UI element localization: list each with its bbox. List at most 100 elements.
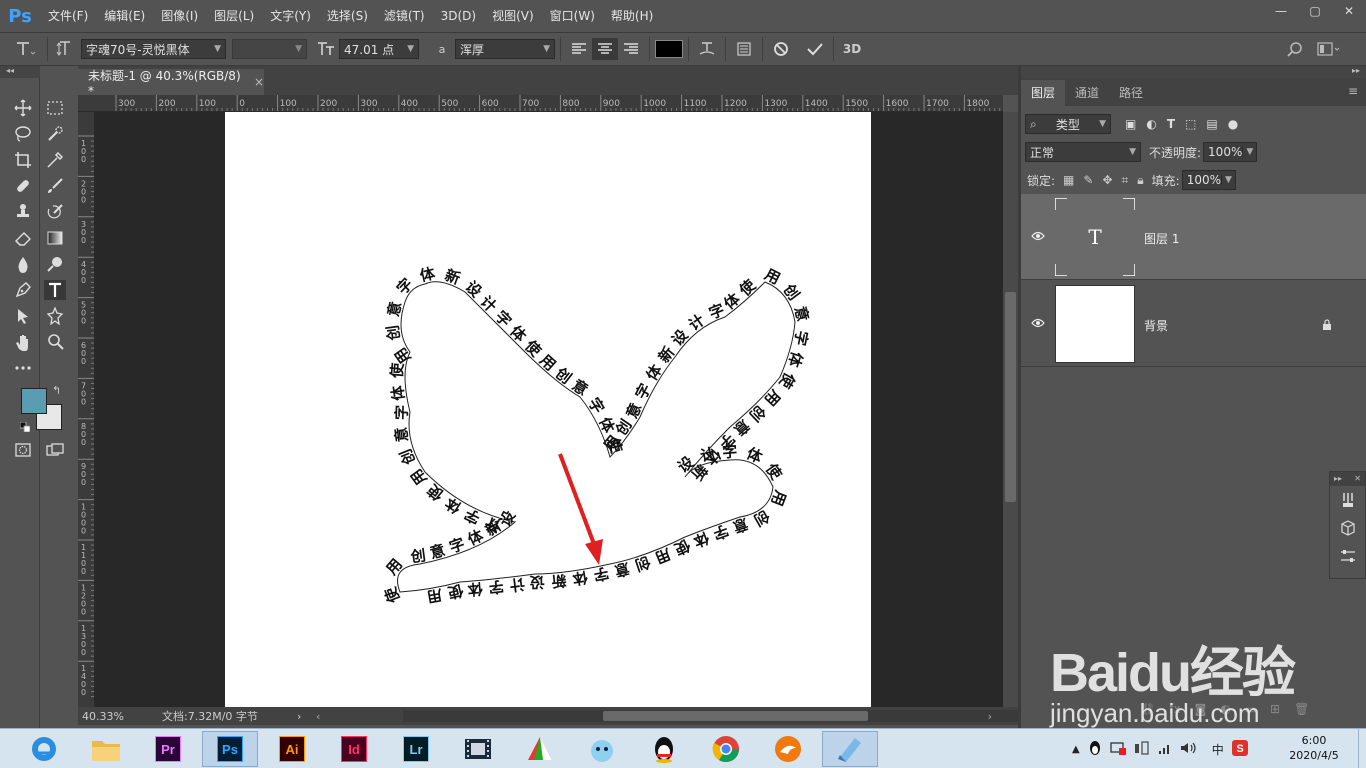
new-layer-icon[interactable]: ⊞ bbox=[1270, 702, 1280, 716]
tray-signal-icon[interactable] bbox=[1158, 741, 1172, 758]
adjustments-sliders-icon[interactable] bbox=[1330, 542, 1365, 570]
zoom-tool-icon[interactable] bbox=[44, 332, 66, 352]
taskbar-app-c[interactable] bbox=[760, 731, 816, 767]
shape-filter-icon[interactable]: ⬚ bbox=[1185, 117, 1196, 131]
link-layers-icon[interactable]: ⛓ bbox=[1140, 702, 1155, 716]
close-tab-icon[interactable]: × bbox=[254, 75, 264, 89]
taskbar-app-b[interactable] bbox=[574, 731, 630, 767]
marquee-tool-icon[interactable] bbox=[44, 98, 66, 118]
menu-3d[interactable]: 3D(D) bbox=[433, 0, 484, 32]
text-on-path-artwork[interactable]: 使用创意字体新设计字体使用创意字体使用创意字体 新设计字体使用创意字体使用创意字体… bbox=[225, 112, 871, 707]
panel-collapse[interactable]: ▸▸ bbox=[1021, 66, 1366, 78]
filter-toggle-icon[interactable]: ● bbox=[1228, 117, 1238, 131]
menu-image[interactable]: 图像(I) bbox=[153, 0, 206, 32]
type-filter-icon[interactable]: T bbox=[1167, 117, 1175, 131]
scroll-right-icon[interactable]: › bbox=[988, 710, 992, 723]
custom-shape-icon[interactable] bbox=[44, 306, 66, 326]
menu-select[interactable]: 选择(S) bbox=[319, 0, 376, 32]
panel-menu-icon[interactable]: ≡ bbox=[1348, 84, 1358, 98]
path-select-icon[interactable] bbox=[12, 306, 34, 326]
cancel-icon[interactable] bbox=[768, 38, 794, 60]
visibility-eye-icon[interactable] bbox=[1031, 317, 1045, 331]
menu-type[interactable]: 文字(Y) bbox=[262, 0, 319, 32]
eyedropper-icon[interactable] bbox=[44, 150, 66, 170]
quick-mask-icon[interactable] bbox=[12, 440, 34, 460]
tab-channels[interactable]: 通道 bbox=[1065, 80, 1109, 106]
tab-layers[interactable]: 图层 bbox=[1021, 80, 1066, 106]
tray-qq-icon[interactable] bbox=[1088, 740, 1102, 759]
layer-mask-icon[interactable]: ◙ bbox=[1195, 702, 1207, 716]
quick-select-icon[interactable] bbox=[44, 124, 66, 144]
align-left-icon[interactable] bbox=[566, 38, 592, 60]
taskbar-clock[interactable]: 6:00 2020/4/5 bbox=[1286, 733, 1342, 763]
commit-icon[interactable] bbox=[802, 38, 828, 60]
blur-tool-icon[interactable] bbox=[12, 254, 34, 274]
menu-file[interactable]: 文件(F) bbox=[40, 0, 96, 32]
text-color-swatch[interactable] bbox=[655, 40, 683, 58]
pixel-filter-icon[interactable]: ▣ bbox=[1125, 117, 1136, 131]
taskbar-app-chrome[interactable] bbox=[698, 731, 754, 767]
menu-view[interactable]: 视图(V) bbox=[484, 0, 542, 32]
screen-mode-icon[interactable] bbox=[44, 440, 66, 460]
eraser-tool-icon[interactable] bbox=[12, 228, 34, 248]
horizontal-scroll-thumb[interactable] bbox=[603, 711, 868, 721]
document-page[interactable]: 使用创意字体新设计字体使用创意字体使用创意字体新设计字体使用创意字体使用创意字体… bbox=[225, 112, 871, 707]
text-layer-thumbnail[interactable]: T bbox=[1055, 198, 1135, 276]
adjustment-layer-icon[interactable]: ◐ bbox=[1220, 702, 1230, 716]
foreground-color-swatch[interactable] bbox=[21, 388, 47, 414]
tool-preset-icon[interactable] bbox=[8, 38, 42, 60]
show-desktop-button[interactable] bbox=[1358, 729, 1366, 768]
lock-position-icon[interactable]: ✥ bbox=[1102, 173, 1112, 188]
lock-pixels-icon[interactable]: ✎ bbox=[1083, 173, 1093, 188]
text-orientation-icon[interactable] bbox=[53, 38, 79, 60]
lock-artboard-icon[interactable]: ⌗ bbox=[1122, 173, 1129, 188]
vertical-scrollbar[interactable] bbox=[1003, 112, 1018, 707]
layer-name[interactable]: 背景 bbox=[1144, 317, 1168, 334]
history-brush-icon[interactable] bbox=[44, 202, 66, 222]
horizontal-scrollbar[interactable] bbox=[403, 710, 1068, 722]
taskbar-app-indesign[interactable]: Id bbox=[326, 731, 382, 767]
close-button[interactable]: ✕ bbox=[1332, 0, 1366, 22]
delete-layer-icon[interactable]: 🗑︎ bbox=[1294, 702, 1309, 716]
close-icon[interactable]: ✕ bbox=[1354, 474, 1361, 484]
tab-paths[interactable]: 路径 bbox=[1109, 80, 1153, 106]
minimize-button[interactable]: — bbox=[1264, 0, 1298, 22]
menu-window[interactable]: 窗口(W) bbox=[542, 0, 603, 32]
fill-input[interactable]: 100% ▼ bbox=[1181, 170, 1236, 190]
restore-button[interactable]: ▢ bbox=[1298, 0, 1332, 22]
tray-sogou-icon[interactable]: S bbox=[1231, 739, 1248, 759]
crop-tool-icon[interactable] bbox=[12, 150, 34, 170]
font-family-select[interactable]: 字魂70号-灵悦黑体 ▼ bbox=[81, 39, 226, 59]
taskbar-app-premiere[interactable]: Pr bbox=[140, 731, 196, 767]
background-layer-thumbnail[interactable] bbox=[1055, 285, 1135, 363]
taskbar-app-explorer[interactable] bbox=[78, 731, 134, 767]
menu-help[interactable]: 帮助(H) bbox=[603, 0, 661, 32]
layer-row[interactable]: 背景 bbox=[1021, 281, 1366, 367]
type-tool-icon[interactable] bbox=[44, 280, 66, 300]
clone-stamp-icon[interactable] bbox=[12, 202, 34, 222]
align-center-icon[interactable] bbox=[592, 38, 618, 60]
search-icon[interactable] bbox=[1282, 38, 1308, 60]
pen-tool-icon[interactable] bbox=[12, 280, 34, 300]
swap-colors-icon[interactable]: ↰ bbox=[52, 384, 61, 397]
new-group-icon[interactable]: ▭ bbox=[1245, 702, 1256, 716]
adjustment-filter-icon[interactable]: ◐ bbox=[1146, 117, 1156, 131]
layer-filter-select[interactable]: ⌕ 类型 ▼ bbox=[1025, 114, 1111, 134]
scroll-left-icon[interactable]: ‹ bbox=[316, 710, 320, 723]
document-tab[interactable]: 未标题-1 @ 40.3%(RGB/8) * × bbox=[78, 69, 264, 98]
taskbar-app-lightroom[interactable]: Lr bbox=[388, 731, 444, 767]
tray-ime-indicator[interactable]: 中 bbox=[1212, 741, 1224, 758]
taskbar-app-browser[interactable] bbox=[16, 731, 72, 767]
layer-style-icon[interactable]: fx bbox=[1169, 702, 1180, 716]
blend-mode-select[interactable]: 正常 ▼ bbox=[1025, 142, 1141, 162]
zoom-level[interactable]: 40.33% bbox=[82, 710, 152, 723]
3d-cube-icon[interactable] bbox=[1330, 514, 1365, 542]
font-style-select[interactable]: ▼ bbox=[232, 39, 307, 59]
healing-brush-icon[interactable] bbox=[12, 176, 34, 196]
tray-volume-icon[interactable] bbox=[1180, 741, 1196, 758]
workspace-icon[interactable] bbox=[1314, 38, 1344, 60]
brush-tool-icon[interactable] bbox=[44, 176, 66, 196]
taskbar-app-qq[interactable] bbox=[636, 731, 692, 767]
layer-row[interactable]: T 图层 1 bbox=[1021, 194, 1366, 280]
taskbar-app-illustrator[interactable]: Ai bbox=[264, 731, 320, 767]
